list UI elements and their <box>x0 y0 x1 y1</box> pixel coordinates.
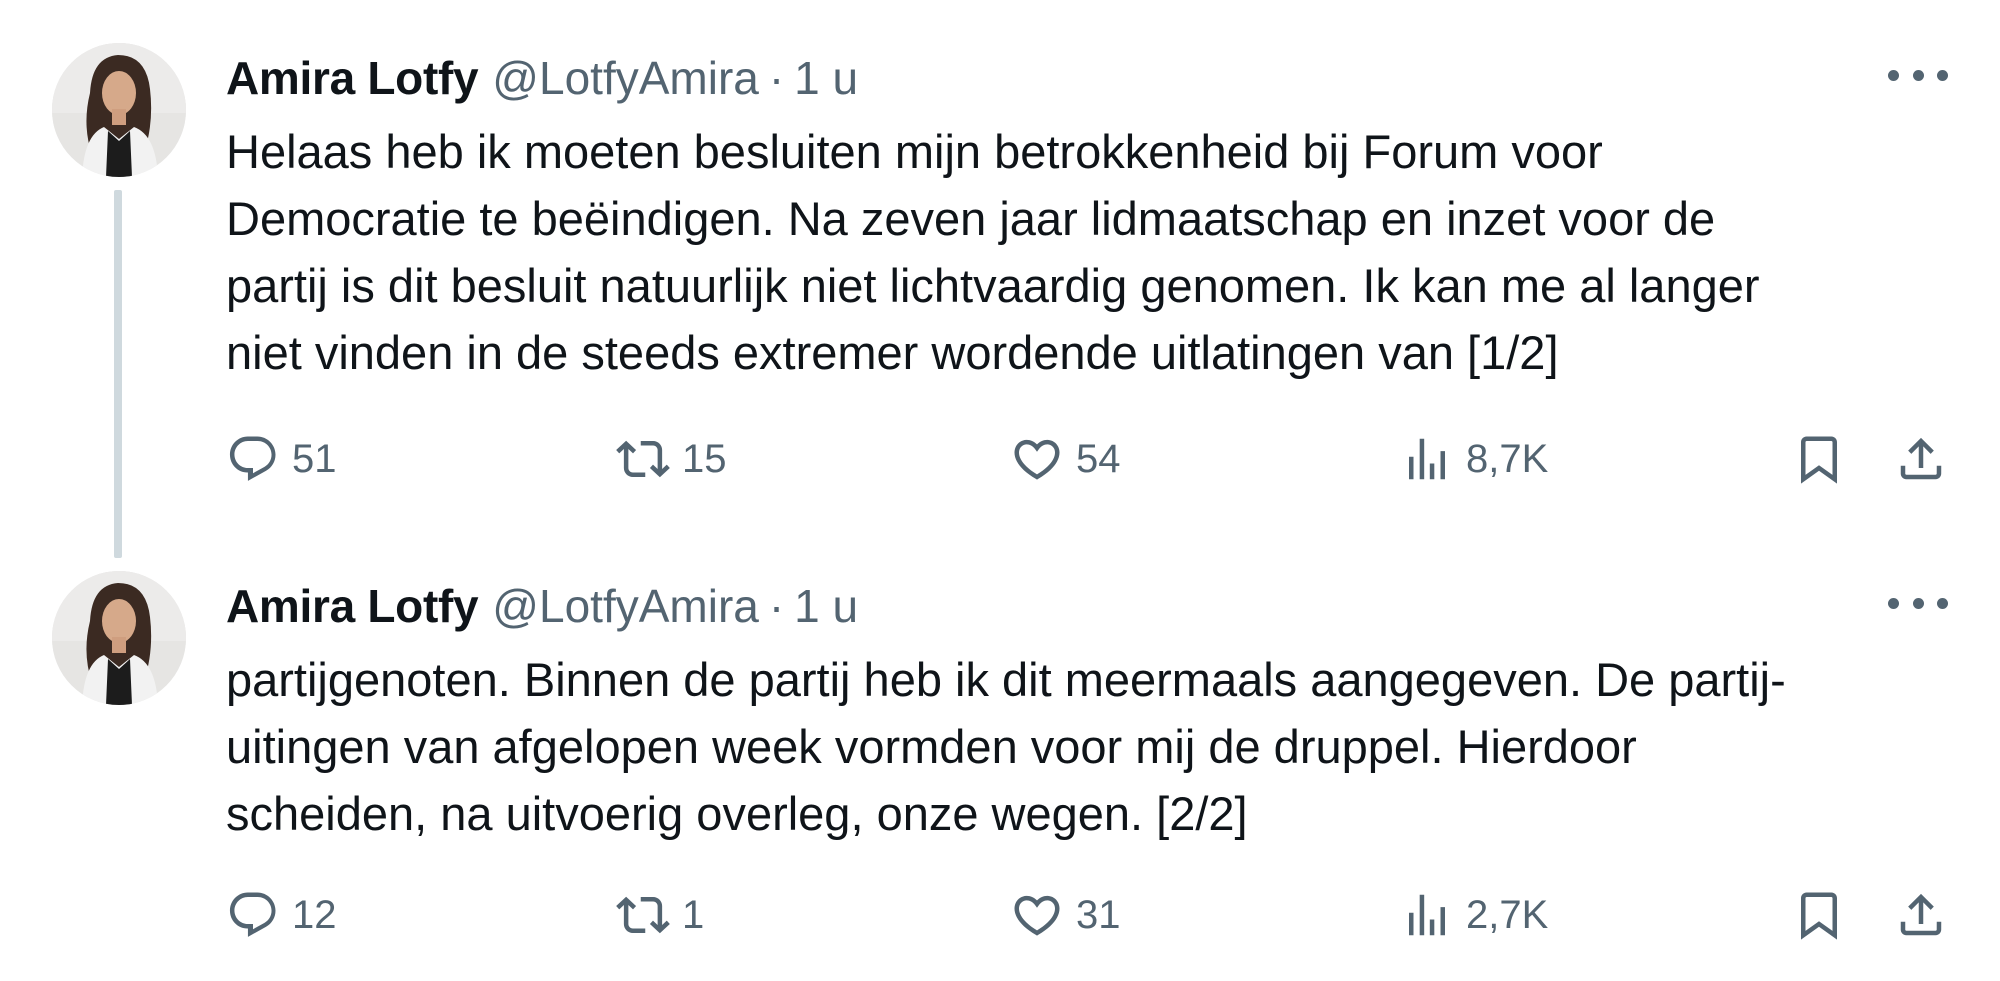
avatar[interactable] <box>52 571 186 705</box>
tweet[interactable]: Amira Lotfy @LotfyAmira · 1 u partijgeno… <box>0 528 2000 981</box>
reply-button[interactable]: 12 <box>226 880 337 950</box>
retweet-count: 1 <box>682 892 705 937</box>
reply-icon <box>229 436 276 481</box>
author-handle[interactable]: @LotfyAmira <box>492 579 759 633</box>
bookmark-icon <box>1801 436 1837 484</box>
reply-button[interactable]: 51 <box>226 424 337 494</box>
heart-icon <box>1014 439 1060 480</box>
views-count: 8,7K <box>1466 436 1549 481</box>
reply-count: 12 <box>292 892 337 937</box>
retweet-count: 15 <box>682 436 727 481</box>
avatar-image <box>52 571 186 705</box>
retweet-icon <box>616 896 670 934</box>
views-count: 2,7K <box>1466 892 1549 937</box>
author-handle[interactable]: @LotfyAmira <box>492 51 759 105</box>
separator-dot: · <box>768 580 785 632</box>
share-button[interactable] <box>1894 424 1948 494</box>
tweet[interactable]: Amira Lotfy @LotfyAmira · 1 u Helaas heb… <box>0 0 2000 558</box>
thread-connector-line <box>114 190 122 558</box>
separator-dot: · <box>768 52 785 104</box>
tweet-text: partijgenoten. Binnen de partij heb ik d… <box>226 653 1786 840</box>
views-button[interactable]: 2,7K <box>1400 880 1548 950</box>
views-chart-icon <box>1409 894 1445 936</box>
timestamp[interactable]: 1 u <box>794 51 858 105</box>
timestamp[interactable]: 1 u <box>794 579 858 633</box>
retweet-icon <box>616 440 670 478</box>
like-count: 31 <box>1076 892 1121 937</box>
tweet-header: Amira Lotfy @LotfyAmira · 1 u <box>226 48 1940 108</box>
avatar-image <box>52 43 186 177</box>
bookmark-button[interactable] <box>1792 880 1846 950</box>
author-name[interactable]: Amira Lotfy <box>226 51 479 105</box>
reply-count: 51 <box>292 436 337 481</box>
share-icon <box>1900 437 1942 480</box>
avatar[interactable] <box>52 43 186 177</box>
retweet-button[interactable]: 15 <box>616 424 727 494</box>
retweet-button[interactable]: 1 <box>616 880 704 950</box>
like-button[interactable]: 31 <box>1010 880 1121 950</box>
bookmark-button[interactable] <box>1792 424 1846 494</box>
views-chart-icon <box>1409 438 1445 480</box>
reply-icon <box>229 892 276 937</box>
tweet-actions: 51 15 54 8,7K <box>226 424 1966 494</box>
share-icon <box>1900 893 1942 936</box>
like-button[interactable]: 54 <box>1010 424 1121 494</box>
tweet-actions: 12 1 31 2,7K <box>226 880 1966 950</box>
more-icon[interactable] <box>1888 60 1948 90</box>
share-button[interactable] <box>1894 880 1948 950</box>
tweet-header: Amira Lotfy @LotfyAmira · 1 u <box>226 576 1940 636</box>
heart-icon <box>1014 895 1060 936</box>
like-count: 54 <box>1076 436 1121 481</box>
views-button[interactable]: 8,7K <box>1400 424 1548 494</box>
bookmark-icon <box>1801 892 1837 940</box>
more-icon[interactable] <box>1888 588 1948 618</box>
author-name[interactable]: Amira Lotfy <box>226 579 479 633</box>
tweet-text: Helaas heb ik moeten besluiten mijn betr… <box>226 125 1760 379</box>
